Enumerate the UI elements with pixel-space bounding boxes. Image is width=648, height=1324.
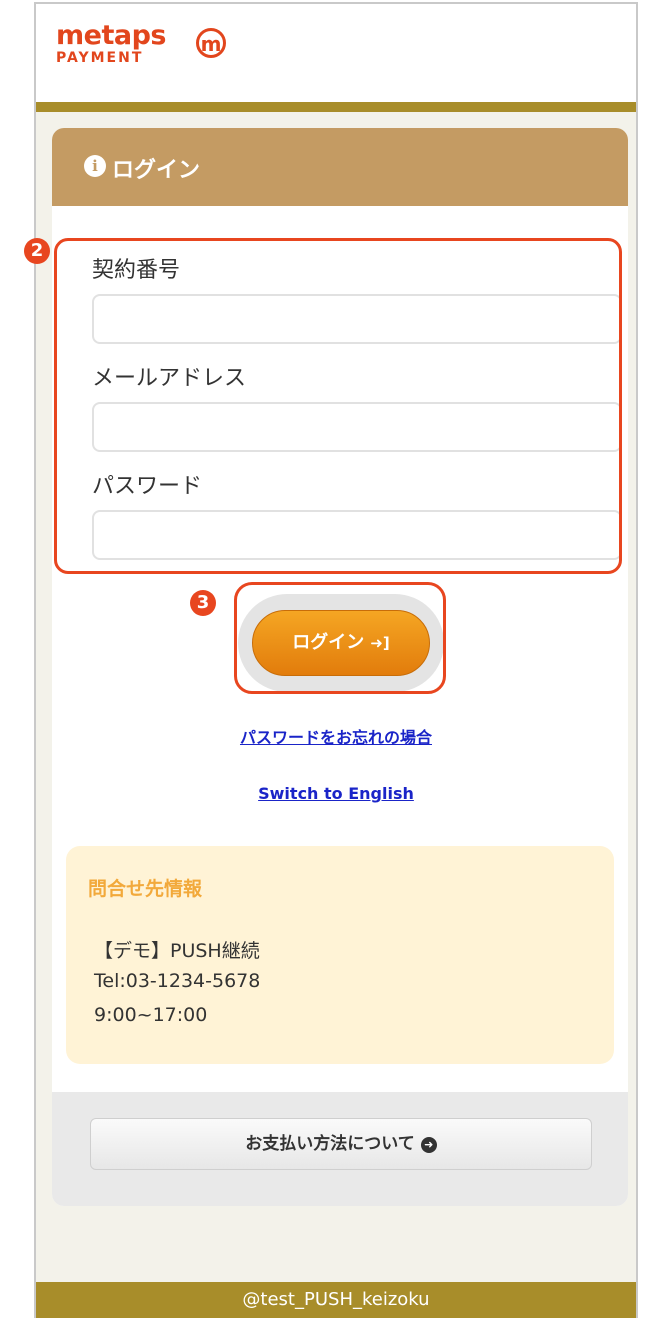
metaps-payment-logo[interactable]: metaps PAYMENT m [56, 20, 226, 66]
step-badge-3: 3 [190, 590, 216, 616]
login-panel-header: i ログイン [52, 128, 628, 206]
contact-hours: 9:00~17:00 [94, 1004, 208, 1026]
payment-method-button-label: お支払い方法について [245, 1134, 415, 1154]
payment-method-button[interactable]: お支払い方法について ➜ [90, 1118, 592, 1170]
switch-language-link[interactable]: Switch to English [36, 784, 636, 803]
contact-name: 【デモ】PUSH継続 [94, 940, 260, 962]
header-divider [36, 102, 636, 112]
forgot-password-link[interactable]: パスワードをお忘れの場合 [36, 724, 636, 748]
account-footer: @test_PUSH_keizoku [36, 1282, 636, 1318]
page-title: ログイン [112, 158, 201, 183]
arrow-circle-right-icon: ➜ [420, 1137, 437, 1153]
step-badge-2: 2 [24, 238, 50, 264]
page-frame: metaps PAYMENT m i ログイン 契約番号 メールアドレス パスワ… [24, 2, 638, 1318]
account-id: @test_PUSH_keizoku [242, 1289, 430, 1310]
logo-m-icon: m [196, 28, 226, 58]
contact-info-box: 問合せ先情報 【デモ】PUSH継続 Tel:03-1234-5678 9:00~… [66, 846, 614, 1064]
fields-highlight-box [54, 238, 622, 574]
logo-wordmark: metaps [56, 20, 166, 51]
header: metaps PAYMENT m [36, 4, 636, 102]
contact-title: 問合せ先情報 [88, 878, 203, 900]
logo-subtitle: PAYMENT [56, 50, 144, 66]
login-highlight-box [234, 582, 446, 694]
info-icon: i [84, 155, 106, 177]
contact-tel: Tel:03-1234-5678 [94, 970, 261, 992]
